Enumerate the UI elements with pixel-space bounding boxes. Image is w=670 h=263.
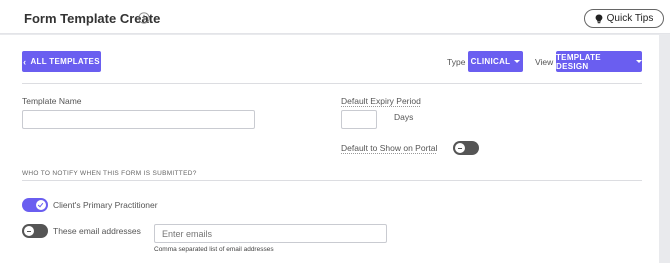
info-icon[interactable] [138, 12, 150, 24]
type-dropdown[interactable]: CLINICAL [468, 51, 523, 72]
email-addresses-label: These email addresses [53, 226, 141, 236]
primary-practitioner-label: Client's Primary Practitioner [53, 200, 158, 210]
all-templates-label: ALL TEMPLATES [30, 57, 100, 66]
toolbar-divider [22, 83, 642, 84]
template-name-input[interactable] [22, 110, 255, 129]
email-addresses-toggle[interactable] [22, 224, 48, 238]
view-dropdown[interactable]: TEMPLATE DESIGN [556, 51, 642, 72]
template-name-label: Template Name [22, 96, 82, 106]
all-templates-button[interactable]: ‹ ALL TEMPLATES [22, 51, 101, 72]
quick-tips-label: Quick Tips [606, 13, 654, 24]
view-value: TEMPLATE DESIGN [556, 52, 601, 71]
toggle-knob [36, 200, 46, 210]
emails-hint: Comma separated list of email addresses [154, 246, 274, 253]
emails-input[interactable] [154, 224, 387, 243]
expiry-unit-label: Days [394, 112, 414, 122]
primary-practitioner-toggle[interactable] [22, 198, 48, 212]
chevron-left-icon: ‹ [23, 56, 27, 67]
notify-divider [22, 180, 642, 181]
type-label: Type [447, 57, 466, 67]
notify-section-heading: WHO TO NOTIFY WHEN THIS FORM IS SUBMITTE… [22, 170, 197, 177]
type-value: CLINICAL [470, 57, 511, 66]
caret-down-icon [636, 60, 642, 63]
toggle-knob [24, 226, 34, 236]
default-expiry-label: Default Expiry Period [341, 96, 421, 106]
lightbulb-icon [595, 14, 603, 23]
top-bar: Form Template Create Quick Tips [0, 0, 670, 34]
default-expiry-input[interactable] [341, 110, 377, 129]
toggle-knob [455, 143, 465, 153]
show-on-portal-toggle[interactable] [453, 141, 479, 155]
show-on-portal-label: Default to Show on Portal [341, 143, 438, 153]
quick-tips-button[interactable]: Quick Tips [584, 9, 664, 28]
page-gutter [659, 35, 670, 263]
caret-down-icon [514, 60, 521, 63]
view-label: View [535, 57, 554, 67]
